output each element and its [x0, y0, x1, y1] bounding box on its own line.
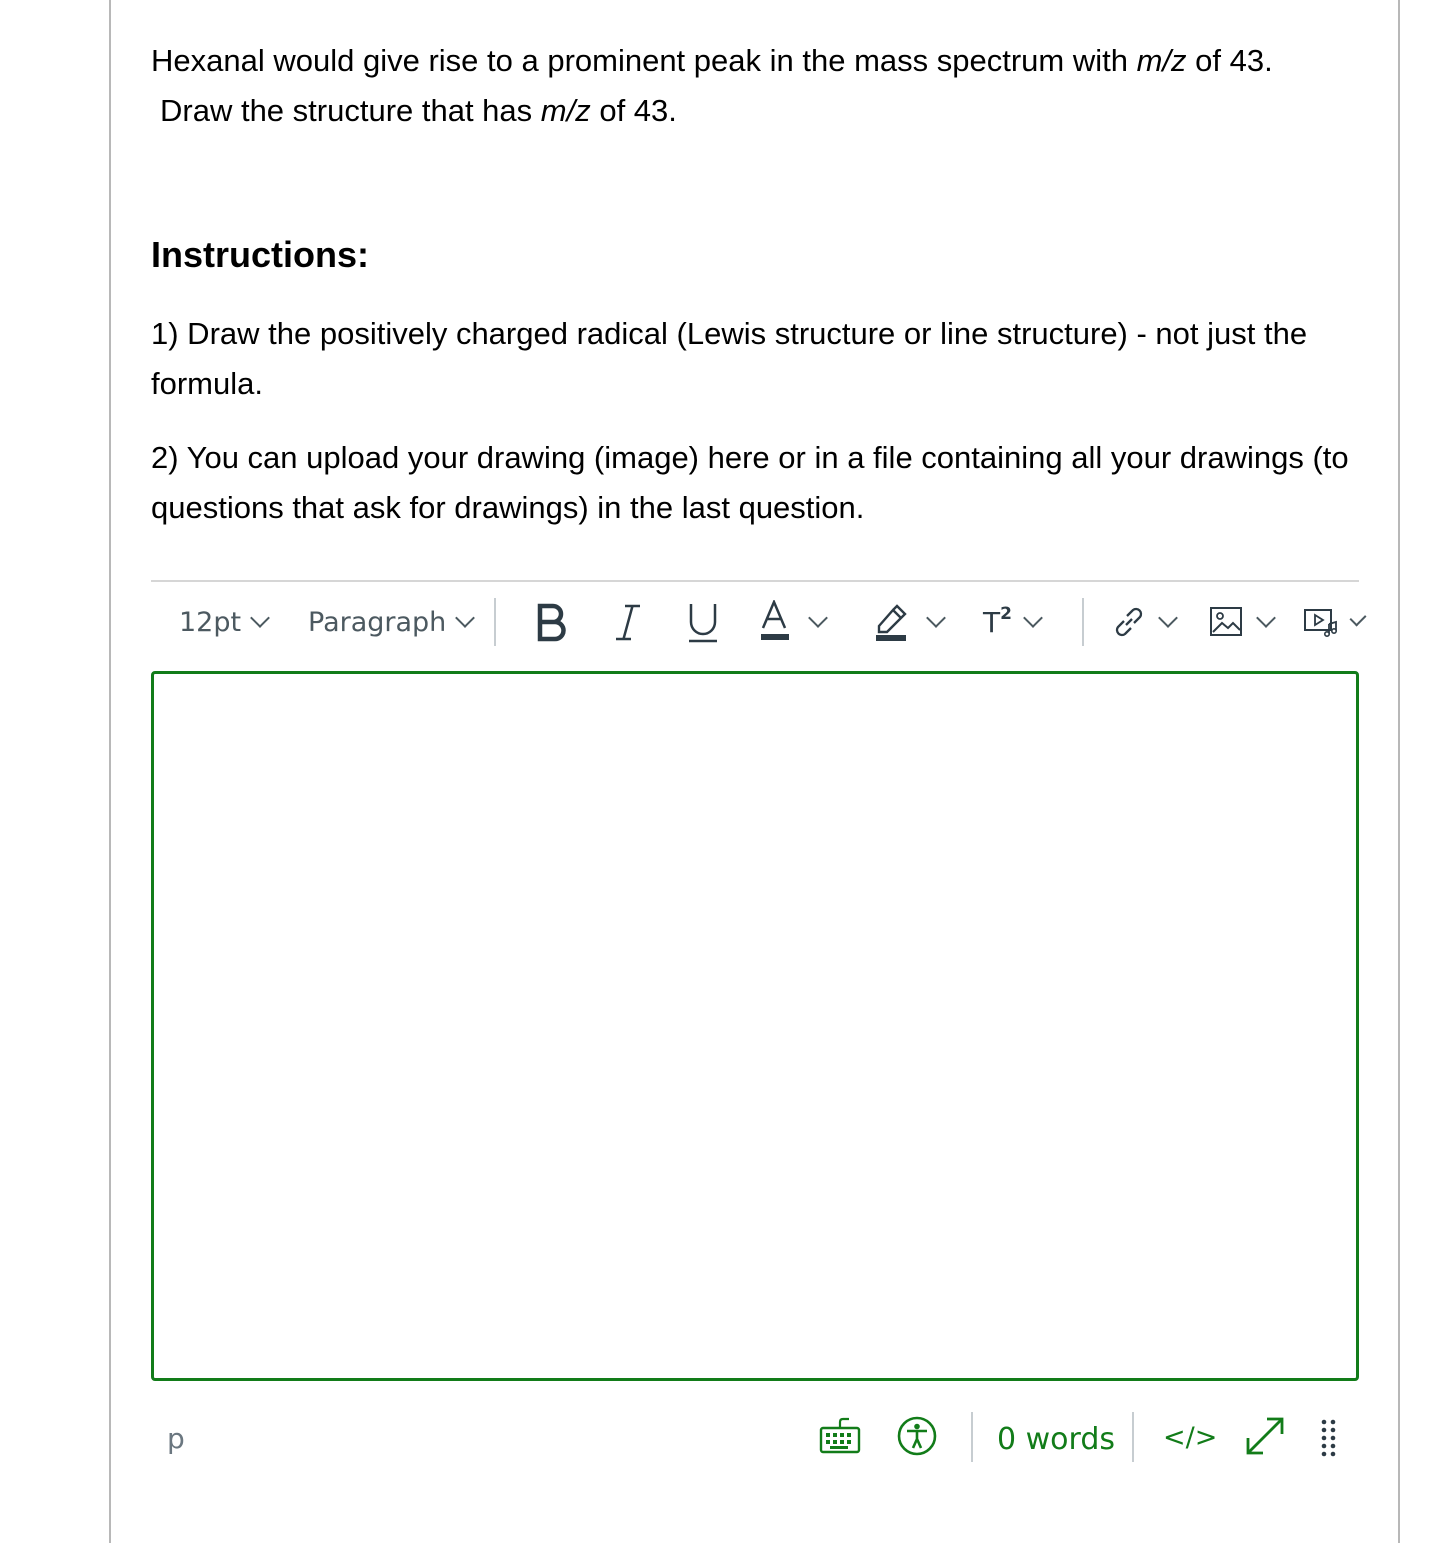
chevron-down-icon	[455, 608, 476, 628]
text-color-icon	[761, 600, 789, 640]
chevron-down-icon	[250, 608, 270, 628]
editor-status-bar: p 0 words </>	[151, 1400, 1359, 1476]
question-line-2: Draw the structure that has m/z of 43.	[160, 93, 677, 128]
element-path[interactable]: p	[167, 1422, 185, 1455]
chevron-down-icon	[1349, 609, 1367, 627]
bold-icon	[537, 603, 566, 642]
editor-toolbar: 12pt Paragraph T 2	[151, 592, 1367, 652]
bold-button[interactable]	[535, 592, 567, 652]
italic-button[interactable]	[613, 592, 643, 652]
highlight-color-button[interactable]	[873, 592, 946, 652]
superscript-button[interactable]: T 2	[983, 592, 1043, 652]
resize-handle[interactable]	[1320, 1418, 1338, 1462]
instruction-item-2: 2) You can upload your drawing (image) h…	[151, 440, 1349, 525]
chevron-down-icon	[1023, 608, 1043, 628]
status-separator	[1132, 1412, 1134, 1462]
chevron-down-icon	[808, 608, 828, 628]
italic-icon	[616, 604, 640, 641]
expand-icon	[1246, 1417, 1284, 1455]
link-button[interactable]	[1111, 592, 1178, 652]
link-icon	[1115, 607, 1143, 637]
fullscreen-button[interactable]	[1243, 1414, 1287, 1462]
word-count[interactable]: 0 words	[997, 1422, 1115, 1457]
question-text: Hexanal would give rise to a prominent p…	[151, 36, 1361, 136]
html-editor-toggle[interactable]: </>	[1163, 1422, 1217, 1453]
block-format-dropdown[interactable]: Paragraph	[308, 592, 476, 652]
underline-icon	[689, 604, 717, 643]
question-line-1: Hexanal would give rise to a prominent p…	[151, 43, 1273, 78]
font-size-dropdown[interactable]: 12pt	[179, 592, 270, 652]
chevron-down-icon	[1158, 608, 1178, 628]
toolbar-divider	[151, 580, 1359, 582]
image-icon	[1210, 607, 1242, 636]
left-border	[109, 0, 111, 1543]
underline-button[interactable]	[687, 592, 719, 652]
media-icon	[1304, 609, 1337, 637]
highlight-icon	[876, 604, 907, 641]
text-color-button[interactable]	[759, 592, 828, 652]
chevron-down-icon	[1256, 608, 1276, 628]
instruction-item-1: 1) Draw the positively charged radical (…	[151, 316, 1308, 401]
quiz-page: Hexanal would give rise to a prominent p…	[0, 0, 1445, 1543]
toolbar-separator	[494, 598, 496, 646]
accessibility-checker-button[interactable]	[896, 1415, 938, 1461]
drag-handle-icon	[1321, 1419, 1336, 1457]
rich-text-editor-area[interactable]	[151, 671, 1359, 1381]
keyboard-shortcuts-button[interactable]	[819, 1416, 861, 1460]
keyboard-icon	[819, 1417, 861, 1454]
instructions-heading: Instructions:	[151, 234, 370, 275]
status-separator	[971, 1412, 973, 1462]
right-border	[1398, 0, 1400, 1543]
accessibility-icon	[897, 1416, 937, 1456]
toolbar-separator	[1082, 598, 1084, 646]
chevron-down-icon	[926, 608, 946, 628]
image-button[interactable]	[1209, 592, 1276, 652]
media-button[interactable]	[1303, 592, 1367, 652]
